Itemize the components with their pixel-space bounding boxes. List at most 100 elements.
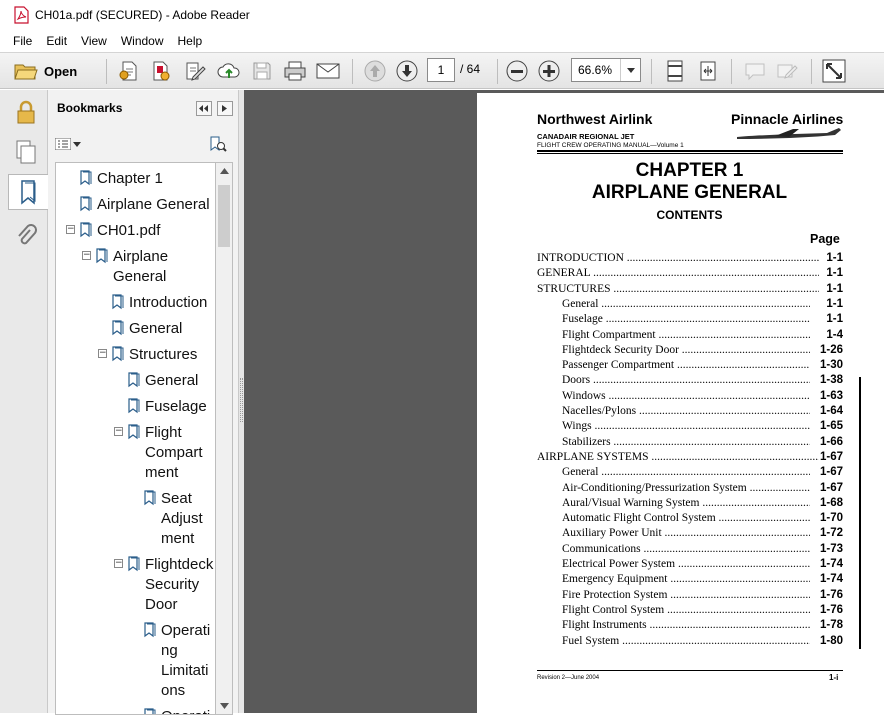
bookmark-item[interactable]: Flightdeck Security Door [145, 555, 213, 615]
toc-page-number: 1-68 [819, 496, 843, 509]
fit-page-button[interactable] [662, 58, 688, 84]
pdf-icon [14, 6, 29, 24]
email-button[interactable] [315, 58, 341, 84]
bookmark-icon [128, 424, 140, 440]
toc-entry: Flightdeck Security Door ...............… [562, 343, 810, 356]
scroll-up-icon[interactable] [220, 168, 229, 174]
open-button[interactable]: Open [14, 58, 92, 84]
toc-page-number: 1-76 [819, 588, 843, 601]
toc-page-number: 1-26 [819, 343, 843, 356]
menu-help[interactable]: Help [171, 34, 210, 48]
toc-page-number: 1-74 [819, 573, 843, 586]
navigation-rail [0, 90, 49, 713]
bookmarks-button[interactable] [8, 174, 49, 210]
bookmark-item[interactable]: CH01.pdf [97, 221, 160, 241]
prev-page-button[interactable] [362, 58, 388, 84]
toc-title: Emergency Equipment [562, 573, 668, 586]
subtitle-manual: FLIGHT CREW OPERATING MANUAL—Volume 1 [537, 142, 684, 149]
scroll-down-icon[interactable] [220, 703, 229, 709]
open-label: Open [44, 63, 78, 79]
bookmark-item[interactable]: Introduction [129, 293, 207, 313]
title-bar: CH01a.pdf (SECURED) - Adobe Reader [0, 0, 884, 30]
scrollbar-thumb[interactable] [218, 185, 230, 247]
fit-width-button[interactable] [695, 58, 721, 84]
toc-title: STRUCTURES [537, 282, 611, 295]
toc-title: Flightdeck Security Door [562, 343, 679, 356]
zoom-in-button[interactable] [536, 58, 562, 84]
tree-expander[interactable]: − [82, 251, 91, 260]
bookmark-icon [80, 222, 92, 238]
save-button[interactable] [250, 58, 274, 84]
toc-page-number: 1-38 [819, 374, 843, 387]
collapse-panel-button[interactable] [196, 101, 212, 116]
tree-expander[interactable]: − [114, 559, 123, 568]
double-chevron-left-icon [199, 105, 208, 112]
bookmark-item[interactable]: General [129, 319, 182, 339]
zoom-value: 66.6% [578, 63, 613, 77]
bookmark-item[interactable]: Operati ng Limitati ons [161, 621, 210, 701]
footer-revision: Revision 2—June 2004 [537, 675, 600, 681]
chapter-heading: CHAPTER 1 [635, 160, 744, 181]
options-button[interactable] [55, 138, 81, 150]
sign-button[interactable] [182, 58, 208, 84]
tree-expander[interactable]: − [114, 427, 123, 436]
toc-entry: GENERAL ................................… [537, 267, 819, 280]
bookmark-item[interactable]: Operati [161, 707, 210, 714]
menu-view[interactable]: View [74, 34, 114, 48]
bookmark-item[interactable]: Structures [129, 345, 197, 365]
zoom-select[interactable]: 66.6% [571, 58, 641, 82]
page-number-input[interactable]: 1 [427, 58, 455, 82]
bookmark-item[interactable]: Airplane General [97, 195, 210, 215]
toc-page-number: 1-1 [826, 282, 843, 295]
fit-page-icon [667, 60, 683, 82]
fullscreen-button[interactable] [820, 58, 848, 84]
toc-title: AIRPLANE SYSTEMS [537, 450, 649, 463]
toc-title: Nacelles/Pylons [562, 405, 637, 417]
highlight-button[interactable] [774, 58, 800, 84]
toc-entry: Air-Conditioning/Pressurization System .… [562, 481, 810, 494]
toolbar-separator [651, 59, 652, 84]
toc-page-number: 1-30 [819, 359, 843, 372]
page-thumbnails-button[interactable] [9, 134, 43, 170]
bookmark-item[interactable]: Flight Compart ment [145, 423, 203, 483]
create-pdf-button[interactable] [116, 58, 142, 84]
toolbar-separator [731, 59, 732, 84]
bookmark-item[interactable]: Seat Adjust ment [161, 489, 203, 549]
bookmark-item[interactable]: Airplane General [113, 247, 168, 287]
bookmarks-scrollbar[interactable] [216, 162, 233, 715]
next-page-button[interactable] [394, 58, 420, 84]
bookmark-item[interactable]: General [145, 371, 198, 391]
toc-page-number: 1-74 [819, 558, 843, 570]
share-button[interactable] [148, 58, 174, 84]
expand-panel-button[interactable] [217, 101, 233, 116]
chevron-down-icon[interactable] [620, 59, 640, 81]
tree-expander[interactable]: − [98, 349, 107, 358]
bookmarks-panel: Bookmarks Chapter 1 Airplane General − CH01… [48, 90, 239, 715]
print-button[interactable] [282, 58, 308, 84]
document-viewer[interactable]: Northwest Airlink Pinnacle Airlines CANA… [244, 90, 884, 713]
toc-entry: Communications .........................… [562, 542, 810, 555]
toc-entry: Flight Compartment .....................… [562, 328, 810, 341]
footer-rule [537, 670, 843, 671]
options-icon [55, 138, 71, 150]
bookmark-item[interactable]: Fuselage [145, 397, 207, 417]
bookmark-icon [112, 320, 124, 336]
attachments-button[interactable] [9, 218, 43, 254]
menu-window[interactable]: Window [114, 34, 171, 48]
bookmark-item[interactable]: Chapter 1 [97, 169, 163, 189]
toc-page-number: 1-1 [826, 252, 843, 264]
zoom-out-button[interactable] [504, 58, 530, 84]
menu-edit[interactable]: Edit [39, 34, 74, 48]
comment-button[interactable] [742, 58, 768, 84]
find-bookmark-button[interactable] [209, 135, 227, 156]
zoom-in-icon [538, 60, 560, 82]
toc-entry: Fire Protection System .................… [562, 588, 810, 601]
tree-expander[interactable]: − [66, 225, 75, 234]
upload-button[interactable] [215, 58, 243, 84]
toc-entry: Auxiliary Power Unit ...................… [562, 527, 810, 540]
bookmark-icon [144, 708, 156, 714]
security-button[interactable] [9, 94, 43, 130]
toc-title: Aural/Visual Warning System [562, 496, 700, 509]
menu-file[interactable]: File [6, 34, 39, 48]
highlight-icon [777, 64, 798, 79]
